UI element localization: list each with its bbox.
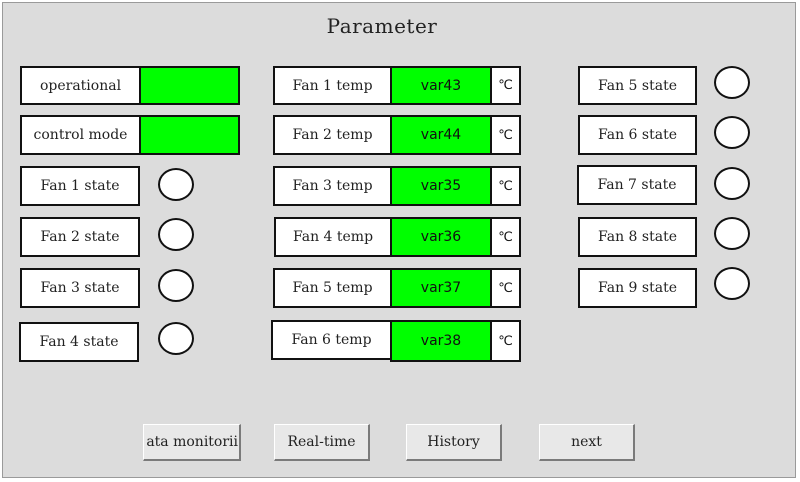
page-title: Parameter (326, 14, 438, 38)
fan-6-temp-value: var38 (390, 320, 492, 362)
fan-1-temp-unit: ℃ (490, 66, 521, 105)
fan-4-temp-label: Fan 4 temp (274, 217, 392, 257)
fan-8-state-lamp (714, 217, 750, 250)
fan-5-temp-value: var37 (390, 268, 492, 308)
operational-label: operational (20, 66, 141, 105)
fan-5-temp-unit: ℃ (490, 268, 521, 308)
operational-indicator (139, 66, 240, 105)
fan-5-state-label: Fan 5 state (578, 66, 697, 105)
fan-1-temp-label: Fan 1 temp (273, 66, 392, 105)
fan-6-temp-label: Fan 6 temp (271, 320, 392, 360)
fan-9-state-lamp (714, 267, 750, 300)
fan-1-state-label: Fan 1 state (20, 166, 140, 206)
fan-5-state-lamp (714, 66, 750, 99)
data-monitoring-button[interactable]: ata monitorii (143, 424, 241, 461)
fan-2-temp-label: Fan 2 temp (273, 115, 392, 155)
control-mode-indicator (139, 115, 240, 155)
control-mode-label: control mode (20, 115, 141, 155)
fan-3-temp-value: var35 (390, 166, 492, 206)
fan-8-state-label: Fan 8 state (578, 217, 697, 257)
realtime-button[interactable]: Real-time (274, 424, 370, 461)
fan-7-state-lamp (714, 167, 750, 200)
fan-5-temp-label: Fan 5 temp (273, 268, 392, 308)
next-button[interactable]: next (539, 424, 635, 461)
fan-2-state-label: Fan 2 state (20, 217, 140, 257)
fan-3-state-label: Fan 3 state (20, 268, 140, 308)
fan-3-state-lamp (158, 269, 194, 302)
history-button[interactable]: History (406, 424, 502, 461)
fan-6-state-label: Fan 6 state (578, 115, 697, 155)
fan-6-state-lamp (714, 116, 750, 149)
fan-2-temp-value: var44 (390, 115, 492, 155)
fan-4-state-lamp (158, 322, 194, 355)
fan-6-temp-unit: ℃ (490, 320, 521, 362)
fan-2-state-lamp (158, 218, 194, 251)
fan-9-state-label: Fan 9 state (578, 268, 697, 308)
fan-4-temp-value: var36 (390, 217, 492, 257)
fan-3-temp-unit: ℃ (490, 166, 521, 206)
fan-1-temp-value: var43 (390, 66, 492, 105)
fan-4-temp-unit: ℃ (490, 217, 521, 257)
fan-2-temp-unit: ℃ (490, 115, 521, 155)
fan-1-state-lamp (158, 168, 194, 201)
fan-4-state-label: Fan 4 state (19, 322, 139, 362)
fan-7-state-label: Fan 7 state (577, 165, 697, 205)
fan-3-temp-label: Fan 3 temp (273, 166, 392, 206)
